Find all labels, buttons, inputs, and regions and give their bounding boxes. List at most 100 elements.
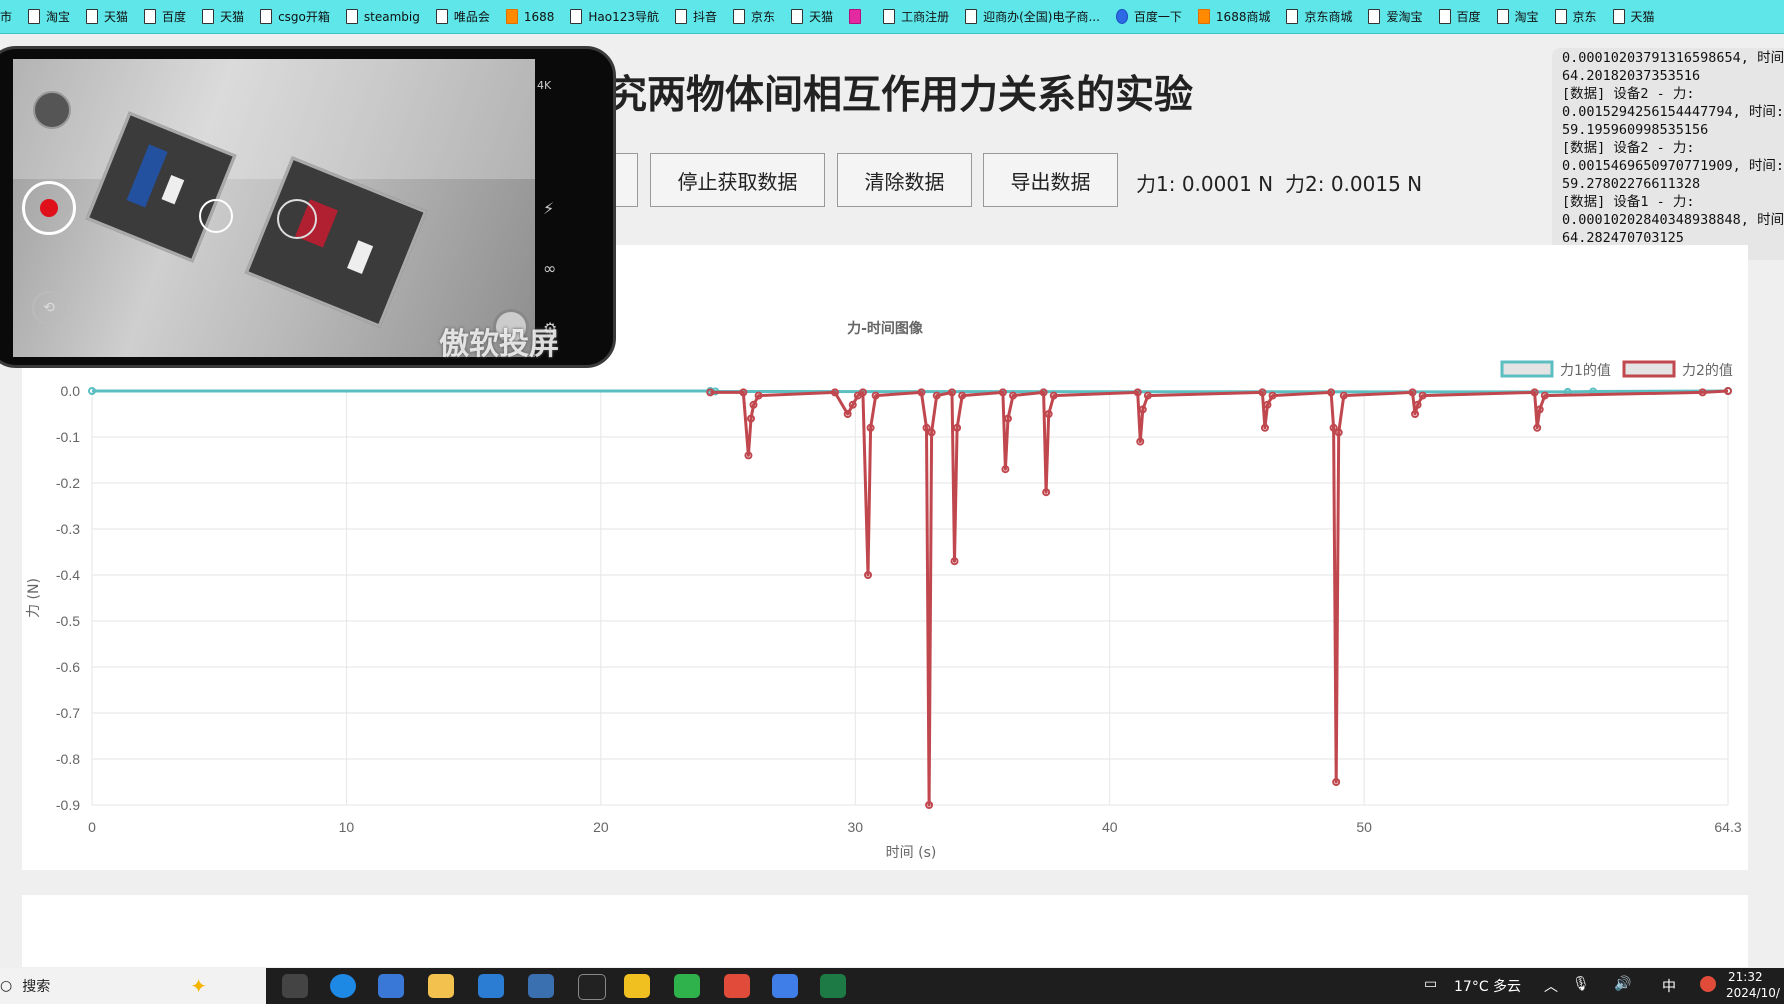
record-button[interactable]: [22, 181, 76, 235]
camera-preview: [13, 59, 535, 357]
y-tick-label: -0.7: [56, 705, 80, 721]
bookmark-icon: [570, 9, 583, 24]
bookmark-item[interactable]: 百度: [144, 8, 186, 25]
taskbar-search[interactable]: ○ 搜索 ✦: [0, 968, 266, 1004]
bookmark-item[interactable]: 京东商城: [1286, 8, 1352, 25]
bookmark-label: 爱淘宝: [1386, 10, 1423, 24]
bookmark-item[interactable]: 天猫: [1612, 8, 1655, 25]
bookmark-item[interactable]: csgo开箱: [260, 8, 330, 25]
mic-icon[interactable]: 🎙: [1572, 976, 1590, 992]
hook-ring-icon: [277, 199, 317, 239]
bookmark-icon: [202, 9, 215, 24]
bookmark-label: 工商注册: [901, 10, 950, 24]
bookmark-icon: [1438, 9, 1451, 24]
bookmark-label: 天猫: [220, 10, 245, 24]
bookmark-item[interactable]: 市: [0, 8, 12, 25]
bookmark-label: 天猫: [104, 10, 129, 24]
bookmark-item[interactable]: [849, 9, 867, 24]
resolution-indicator: 4K: [537, 79, 552, 92]
y-tick-label: -0.1: [56, 429, 80, 445]
x-tick-label: 64.3: [1714, 819, 1741, 835]
bookmark-icon: [505, 9, 518, 24]
bookmark-label: csgo开箱: [278, 10, 330, 24]
legend-label: 力1的值: [1560, 363, 1611, 379]
bookmark-item[interactable]: 淘宝: [28, 8, 70, 25]
search-icon: ○: [0, 978, 13, 994]
force1-readout: 力1: 0.0001 N: [1136, 172, 1274, 196]
bookmark-item[interactable]: 百度一下: [1115, 8, 1182, 25]
bookmark-item[interactable]: 1688商城: [1197, 8, 1270, 25]
app-icon[interactable]: [528, 974, 554, 998]
bookmark-item[interactable]: 爱淘宝: [1368, 8, 1423, 25]
bookmark-icon: [883, 9, 896, 24]
gallery-thumbnail-icon[interactable]: [33, 91, 71, 129]
bookmark-label: 抖音: [693, 10, 718, 24]
bookmark-label: 天猫: [809, 10, 834, 24]
export-data-button[interactable]: 导出数据: [983, 153, 1118, 207]
stop-fetch-button[interactable]: 停止获取数据: [650, 153, 825, 207]
bookmark-label: 淘宝: [1514, 10, 1539, 24]
switch-camera-icon[interactable]: ⟲: [32, 291, 66, 325]
bookmark-icon: [86, 9, 99, 24]
clock-date[interactable]: 2024/10/: [1726, 986, 1780, 1000]
bookmark-item[interactable]: 1688: [505, 9, 554, 24]
legend-label: 力2的值: [1682, 363, 1733, 379]
clock-time[interactable]: 21:32: [1728, 970, 1763, 984]
bookmark-item[interactable]: steambig: [345, 9, 420, 24]
filter-icon[interactable]: ∞: [543, 259, 556, 278]
bookmark-item[interactable]: 迎商办(全国)电子商...: [965, 8, 1100, 25]
bookmark-label: Hao123导航: [588, 10, 660, 24]
bookmark-item[interactable]: Hao123导航: [570, 8, 659, 25]
force-sensor-device-2: [244, 156, 428, 328]
bookmark-item[interactable]: 天猫: [202, 8, 244, 25]
tray-app-icon[interactable]: [1700, 976, 1716, 992]
bookmark-icon: [28, 9, 41, 24]
bookmark-item[interactable]: 工商注册: [883, 8, 949, 25]
bookmark-label: 迎商办(全国)电子商...: [983, 10, 1100, 24]
bookmark-item[interactable]: 京东: [733, 8, 775, 25]
y-axis-label: 力 (N): [26, 578, 42, 618]
bookmark-label: 京东: [1572, 10, 1597, 24]
sparkle-icon: ✦: [190, 974, 207, 998]
red-app-icon[interactable]: [724, 974, 750, 998]
capcut-icon[interactable]: [578, 974, 606, 1000]
bookmark-item[interactable]: 唯品会: [435, 8, 490, 25]
task-view-icon[interactable]: [282, 974, 308, 998]
y-tick-label: -0.6: [56, 659, 80, 675]
bookmark-item[interactable]: 淘宝: [1496, 8, 1539, 25]
ime-indicator[interactable]: 中: [1662, 976, 1676, 996]
edge-browser-icon[interactable]: [330, 974, 356, 998]
chevron-up-icon[interactable]: ︿: [1544, 976, 1558, 996]
bookmark-label: steambig: [363, 9, 420, 24]
file-explorer-icon[interactable]: [428, 974, 454, 998]
weather-text[interactable]: 17°C 多云: [1454, 976, 1521, 996]
x-tick-label: 0: [88, 819, 96, 835]
bookmark-icon: [144, 9, 157, 24]
bookmark-label: 市: [0, 10, 13, 24]
chevron-left-icon[interactable]: ⟩: [0, 189, 3, 229]
bookmark-item[interactable]: 天猫: [791, 8, 833, 25]
qq-icon[interactable]: [624, 974, 650, 998]
store-icon[interactable]: [378, 974, 404, 998]
bookmark-item[interactable]: 抖音: [675, 8, 717, 25]
flash-off-icon[interactable]: ⚡: [543, 199, 554, 218]
volume-icon[interactable]: 🔊: [1614, 976, 1631, 992]
blue-app-icon[interactable]: [772, 974, 798, 998]
bookmark-item[interactable]: 百度: [1438, 8, 1481, 25]
phone-mirror-window[interactable]: ⟩ ⟲ 4K ⚡ ∞ ⚙ 傲软投屏: [0, 46, 616, 368]
clear-data-button[interactable]: 清除数据: [837, 153, 972, 207]
bookmark-item[interactable]: 天猫: [86, 8, 128, 25]
bookmark-icon: [733, 9, 746, 24]
bookmark-label: 百度一下: [1133, 10, 1182, 24]
bookmark-item[interactable]: 京东: [1554, 8, 1597, 25]
y-tick-label: -0.8: [56, 751, 80, 767]
page-title: 究两物体间相互作用力关系的实验: [608, 73, 1194, 118]
mail-icon[interactable]: [478, 974, 504, 998]
excel-icon[interactable]: [820, 974, 846, 998]
wechat-icon[interactable]: [674, 974, 700, 998]
bookmark-icon: [435, 9, 448, 24]
weather-icon[interactable]: ▭: [1424, 976, 1437, 992]
focus-ring-icon: [199, 199, 233, 233]
bookmark-icon: [849, 9, 862, 24]
bookmark-icon: [1554, 9, 1567, 24]
